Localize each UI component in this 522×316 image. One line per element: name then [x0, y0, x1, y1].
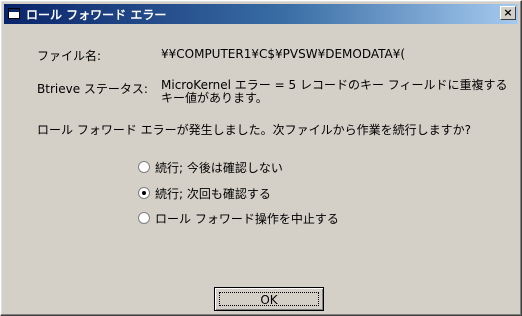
ok-button[interactable]: OK — [214, 287, 324, 311]
radio-button[interactable] — [138, 212, 150, 224]
title-bar[interactable]: ロール フォワード エラー × — [4, 4, 518, 24]
radio-button-selected[interactable] — [138, 187, 150, 199]
dialog-title: ロール フォワード エラー — [26, 8, 167, 22]
option-label[interactable]: 続行; 今後は確認しない — [155, 159, 283, 176]
question-text: ロール フォワード エラーが発生しました。次ファイルから作業を続行しますか? — [37, 123, 472, 137]
radio-button[interactable] — [138, 161, 150, 173]
btrieve-status-label: Btrieve ステータス: — [37, 82, 148, 96]
btrieve-status-message: MicroKernel エラー = 5 レコードのキー フィールドに重複する キ… — [161, 79, 508, 105]
close-button[interactable]: × — [500, 6, 516, 20]
file-name-label: ファイル名: — [37, 49, 102, 63]
file-name-value: ¥¥COMPUTER1¥C$¥PVSW¥DEMODATA¥( — [161, 47, 406, 61]
option-label[interactable]: 続行; 次回も確認する — [155, 185, 271, 202]
ok-label[interactable]: OK — [219, 292, 319, 307]
error-dialog: ロール フォワード エラー × ファイル名: ¥¥COMPUTER1¥C$¥PV… — [0, 0, 522, 316]
option-label[interactable]: ロール フォワード操作を中止する — [155, 210, 339, 227]
close-icon: × — [503, 6, 513, 19]
status-line-2: キー値があります。 — [161, 91, 268, 105]
window-icon — [8, 8, 20, 19]
